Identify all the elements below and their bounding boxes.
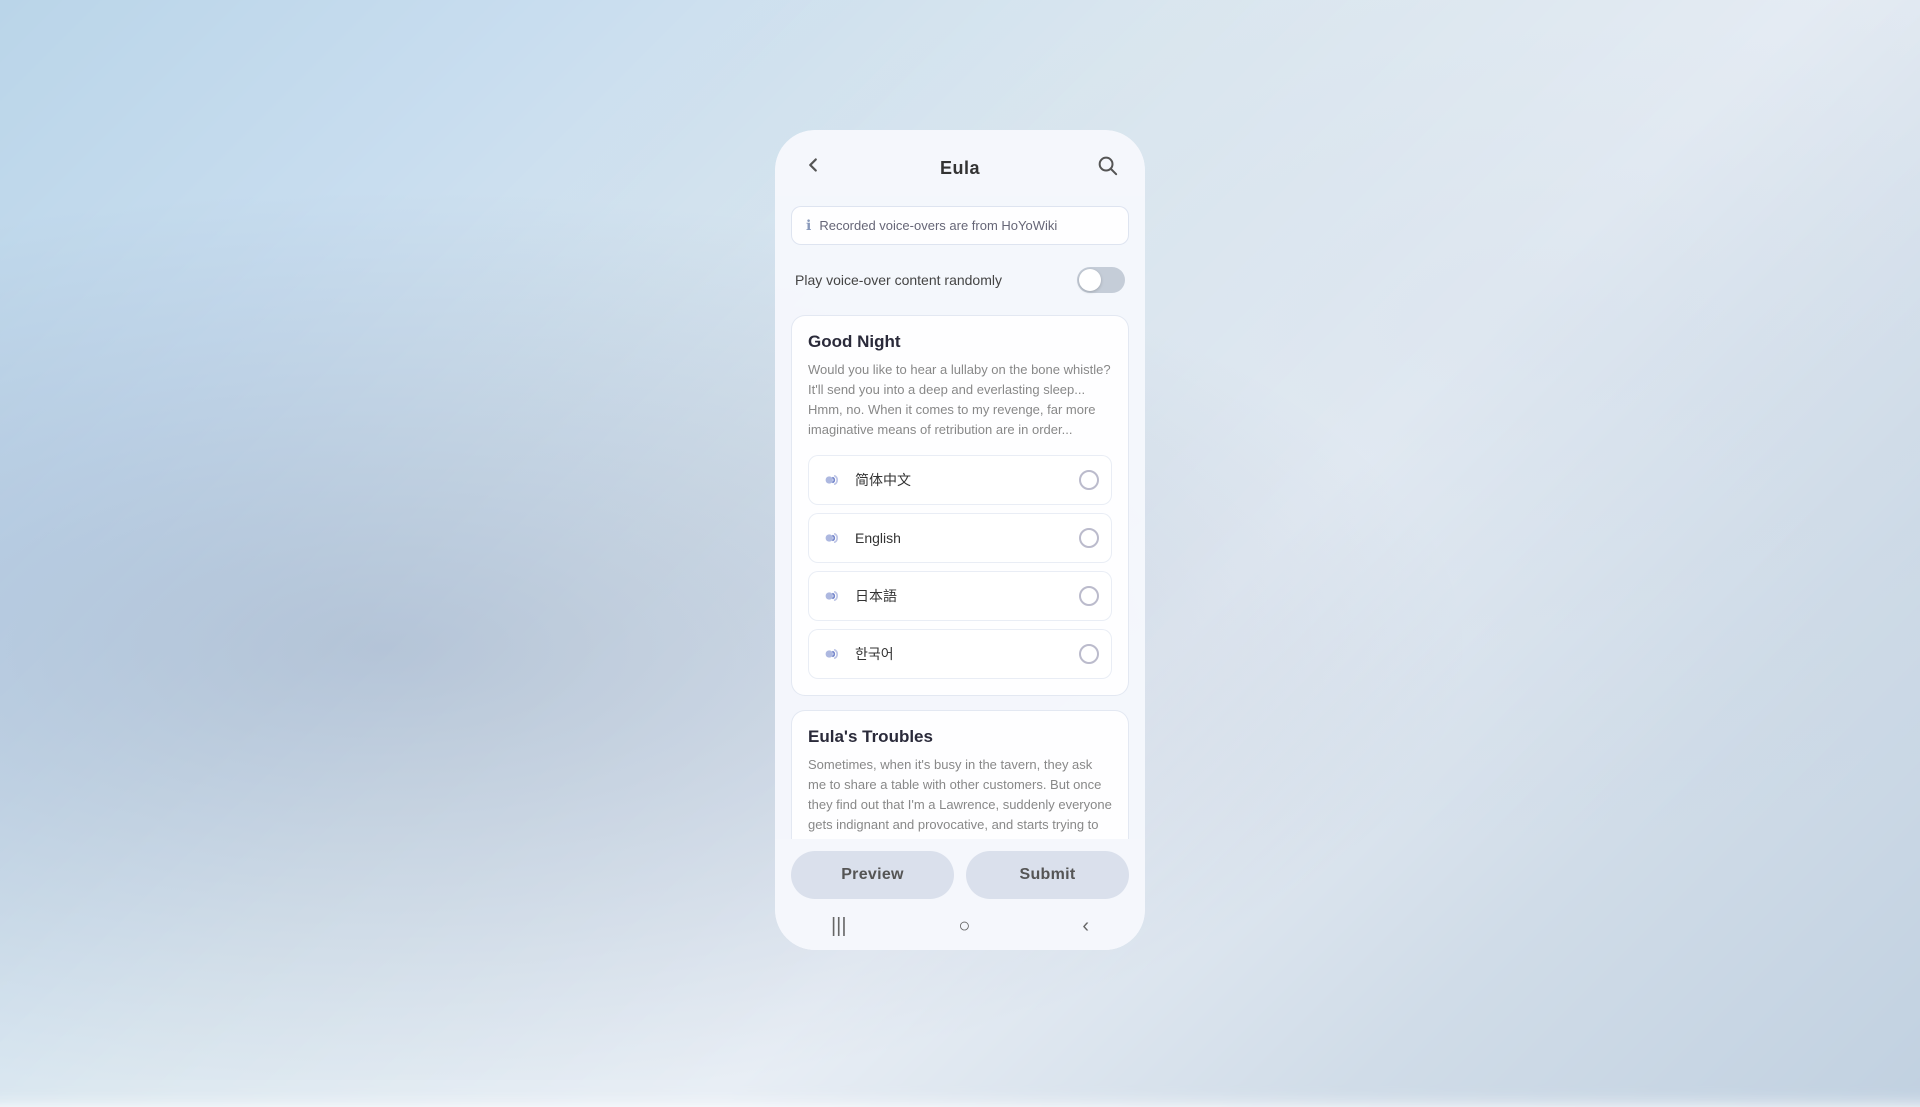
eulas-troubles-title: Eula's Troubles bbox=[808, 727, 1112, 747]
nav-back-button[interactable]: ‹ bbox=[1082, 915, 1089, 938]
lang-left-en: English bbox=[821, 526, 901, 550]
toggle-label: Play voice-over content randomly bbox=[795, 272, 1002, 288]
page-title: Eula bbox=[940, 158, 980, 179]
play-random-toggle[interactable] bbox=[1077, 267, 1125, 293]
info-icon: ℹ bbox=[806, 217, 811, 234]
lang-option-ko[interactable]: 한국어 bbox=[808, 629, 1112, 679]
lang-left-ja: 日本語 bbox=[821, 584, 897, 608]
nav-home-button[interactable]: ○ bbox=[958, 915, 970, 938]
lang-text-zh: 简体中文 bbox=[855, 470, 911, 490]
good-night-description: Would you like to hear a lullaby on the … bbox=[808, 360, 1112, 441]
nav-menu-button[interactable]: ||| bbox=[831, 915, 847, 938]
radio-en[interactable] bbox=[1079, 528, 1099, 548]
eulas-troubles-description: Sometimes, when it's busy in the tavern,… bbox=[808, 755, 1112, 839]
preview-button[interactable]: Preview bbox=[791, 851, 954, 899]
radio-ko[interactable] bbox=[1079, 644, 1099, 664]
lang-option-zh[interactable]: 简体中文 bbox=[808, 455, 1112, 505]
lang-option-ja[interactable]: 日本語 bbox=[808, 571, 1112, 621]
screen: Eula ℹ Recorded voice-overs are from HoY… bbox=[775, 130, 1145, 950]
phone-container: Eula ℹ Recorded voice-overs are from HoY… bbox=[775, 130, 1145, 950]
lang-text-ko: 한국어 bbox=[855, 644, 894, 664]
back-icon bbox=[802, 154, 824, 182]
info-banner: ℹ Recorded voice-overs are from HoYoWiki bbox=[791, 206, 1129, 245]
eulas-troubles-card: Eula's Troubles Sometimes, when it's bus… bbox=[791, 710, 1129, 839]
lang-text-en: English bbox=[855, 530, 901, 546]
header: Eula bbox=[775, 130, 1145, 196]
radio-ja[interactable] bbox=[1079, 586, 1099, 606]
nav-back-icon: ‹ bbox=[1082, 915, 1089, 938]
lang-left-zh: 简体中文 bbox=[821, 468, 911, 492]
sound-icon-en bbox=[821, 526, 845, 550]
bottom-bar: Preview Submit bbox=[775, 839, 1145, 907]
good-night-title: Good Night bbox=[808, 332, 1112, 352]
toggle-row: Play voice-over content randomly bbox=[791, 257, 1129, 303]
home-icon: ○ bbox=[958, 915, 970, 938]
sound-icon-ja bbox=[821, 584, 845, 608]
nav-bar: ||| ○ ‹ bbox=[775, 907, 1145, 950]
toggle-knob bbox=[1079, 269, 1101, 291]
back-button[interactable] bbox=[795, 150, 831, 186]
lang-left-ko: 한국어 bbox=[821, 642, 894, 666]
search-icon bbox=[1096, 154, 1118, 182]
lang-option-en[interactable]: English bbox=[808, 513, 1112, 563]
sound-icon-ko bbox=[821, 642, 845, 666]
search-button[interactable] bbox=[1089, 150, 1125, 186]
info-text: Recorded voice-overs are from HoYoWiki bbox=[819, 218, 1057, 233]
lang-text-ja: 日本語 bbox=[855, 586, 897, 606]
radio-zh[interactable] bbox=[1079, 470, 1099, 490]
submit-button[interactable]: Submit bbox=[966, 851, 1129, 899]
menu-icon: ||| bbox=[831, 915, 847, 938]
good-night-card: Good Night Would you like to hear a lull… bbox=[791, 315, 1129, 696]
sound-icon-zh bbox=[821, 468, 845, 492]
content-area: ℹ Recorded voice-overs are from HoYoWiki… bbox=[775, 196, 1145, 839]
